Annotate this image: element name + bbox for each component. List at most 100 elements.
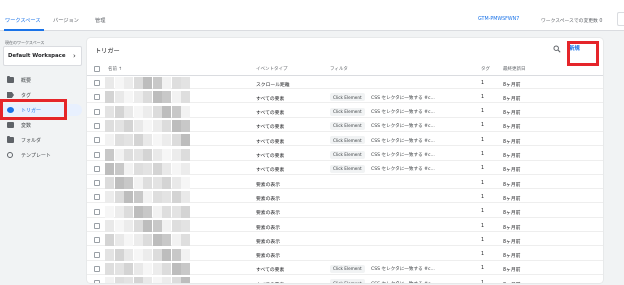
mosaic-block — [181, 248, 190, 261]
search-icon[interactable] — [553, 45, 561, 53]
trigger-name-redacted[interactable] — [105, 205, 193, 218]
top-nav: ワークスペース バージョン 管理 GTM-PMWSFWN7 ワークスペースでの変… — [0, 0, 624, 31]
tab-versions[interactable]: バージョン — [53, 17, 79, 24]
table-row[interactable]: すべての要素 Click Element CSS セレクタに一致する #c... 1 8… — [87, 134, 603, 147]
table-row[interactable]: スクロール距離 1 8ヶ月前 — [87, 77, 603, 89]
mosaic-block — [181, 105, 190, 118]
row-checkbox[interactable] — [94, 251, 100, 258]
table-row[interactable]: すべての要素 Click Element CSS セレクタに一致する #c... 1 8… — [87, 162, 603, 175]
sidebar-item-templates[interactable]: テンプレート — [0, 149, 82, 161]
row-checkbox[interactable] — [94, 180, 100, 187]
mosaic-block — [181, 191, 190, 204]
filter-variable-chip: Click Element — [330, 150, 365, 159]
trigger-name-redacted[interactable] — [105, 148, 193, 161]
row-checkbox[interactable] — [94, 280, 100, 283]
trigger-name-redacted[interactable] — [105, 248, 193, 261]
row-checkbox[interactable] — [94, 80, 100, 86]
mosaic-block — [105, 105, 114, 118]
table-row[interactable]: 要素の表示 1 8ヶ月前 — [87, 220, 603, 232]
row-checkbox[interactable] — [94, 237, 100, 244]
sidebar-item-folders[interactable]: フォルダ — [0, 134, 82, 146]
table-row[interactable]: すべての要素 Click Element CSS セレクタに一致する #c... 1 8… — [87, 277, 603, 283]
mosaic-block — [152, 91, 162, 104]
tag-count: 1 — [481, 94, 485, 100]
mosaic-block — [162, 119, 171, 132]
row-checkbox[interactable] — [94, 122, 100, 129]
filter-variable-chip: Click Element — [330, 264, 365, 273]
trigger-name-redacted[interactable] — [105, 262, 193, 275]
event-type: すべての要素 — [256, 96, 285, 102]
workspace-changes-label: ワークスペースでの変更数 — [541, 19, 598, 24]
mosaic-block — [124, 277, 133, 283]
last-edited: 8ヶ月前 — [503, 225, 521, 231]
table-row[interactable]: 要素の表示 1 8ヶ月前 — [87, 191, 603, 204]
trigger-name-redacted[interactable] — [105, 119, 193, 132]
container-id[interactable]: GTM-PMWSFWN7 — [478, 17, 519, 22]
trigger-name-redacted[interactable] — [105, 220, 193, 232]
submit-button-edge[interactable] — [617, 12, 624, 26]
filter-variable-chip: Click Element — [330, 279, 365, 283]
table-row[interactable]: すべての要素 Click Element CSS セレクタに一致する #c... 1 8… — [87, 105, 603, 118]
trigger-name-redacted[interactable] — [105, 77, 193, 89]
col-name[interactable]: 名前 ↑ — [108, 66, 122, 72]
trigger-name-redacted[interactable] — [105, 177, 193, 190]
trigger-name-redacted[interactable] — [105, 91, 193, 104]
table-row[interactable]: 要素の表示 1 8ヶ月前 — [87, 205, 603, 218]
mosaic-block — [162, 191, 171, 204]
tag-count: 1 — [481, 209, 485, 215]
trigger-name-redacted[interactable] — [105, 105, 193, 118]
mosaic-block — [152, 277, 162, 283]
last-edited: 8ヶ月前 — [503, 254, 521, 260]
mosaic-block — [162, 277, 171, 283]
row-checkbox[interactable] — [94, 194, 100, 201]
row-checkbox[interactable] — [94, 208, 100, 215]
tag-icon — [7, 92, 14, 98]
mosaic-block — [124, 134, 133, 147]
row-checkbox[interactable] — [94, 94, 100, 101]
table-row[interactable]: 要素の表示 1 8ヶ月前 — [87, 177, 603, 190]
mosaic-block — [171, 77, 181, 89]
row-checkbox[interactable] — [94, 137, 100, 144]
mosaic-block — [152, 77, 162, 89]
mosaic-block — [124, 234, 133, 247]
event-type: すべての要素 — [256, 281, 284, 284]
filter-condition: CSS セレクタに一致する #c... — [371, 124, 435, 130]
event-type: 要素の表示 — [256, 239, 280, 245]
sidebar-item-overview[interactable]: 概要 — [0, 74, 82, 86]
event-type: 要素の表示 — [256, 254, 280, 260]
mosaic-block — [114, 234, 124, 247]
mosaic-block — [162, 234, 171, 247]
mosaic-block — [171, 234, 181, 247]
table-row[interactable]: すべての要素 Click Element CSS セレクタに一致する #c... 1 8… — [87, 91, 603, 104]
mosaic-block — [114, 119, 124, 132]
trigger-name-redacted[interactable] — [105, 162, 193, 175]
table-row[interactable]: すべての要素 Click Element CSS セレクタに一致する #c... 1 8… — [87, 262, 603, 275]
mosaic-block — [162, 262, 171, 275]
row-checkbox[interactable] — [94, 265, 100, 272]
mosaic-block — [162, 205, 171, 218]
mosaic-block — [105, 248, 114, 261]
row-checkbox[interactable] — [94, 108, 100, 115]
row-checkbox[interactable] — [94, 151, 100, 158]
trigger-name-redacted[interactable] — [105, 234, 193, 247]
row-checkbox[interactable] — [94, 165, 100, 172]
workspace-selector[interactable]: Default Workspace › — [3, 46, 82, 66]
table-row[interactable]: 要素の表示 1 8ヶ月前 — [87, 234, 603, 247]
table-row[interactable]: すべての要素 Click Element CSS セレクタに一致する #c... 1 8… — [87, 119, 603, 132]
mosaic-block — [171, 162, 181, 175]
table-row[interactable]: 要素の表示 1 8ヶ月前 — [87, 248, 603, 261]
sidebar-item-variables[interactable]: 変数 — [0, 119, 82, 131]
tab-workspace[interactable]: ワークスペース — [5, 17, 41, 24]
last-edited: 8ヶ月前 — [503, 281, 520, 284]
trigger-name-redacted[interactable] — [105, 134, 193, 147]
tab-admin[interactable]: 管理 — [95, 17, 105, 24]
mosaic-block — [152, 162, 162, 175]
trigger-name-redacted[interactable] — [105, 191, 193, 204]
trigger-name-redacted[interactable] — [105, 277, 193, 283]
mosaic-block — [181, 148, 190, 161]
select-all-checkbox[interactable] — [94, 66, 100, 72]
table-row[interactable]: すべての要素 Click Element CSS セレクタに一致する #c... 1 8… — [87, 148, 603, 161]
mosaic-block — [114, 177, 124, 190]
row-checkbox[interactable] — [94, 223, 100, 229]
last-edited: 8ヶ月前 — [503, 211, 521, 217]
